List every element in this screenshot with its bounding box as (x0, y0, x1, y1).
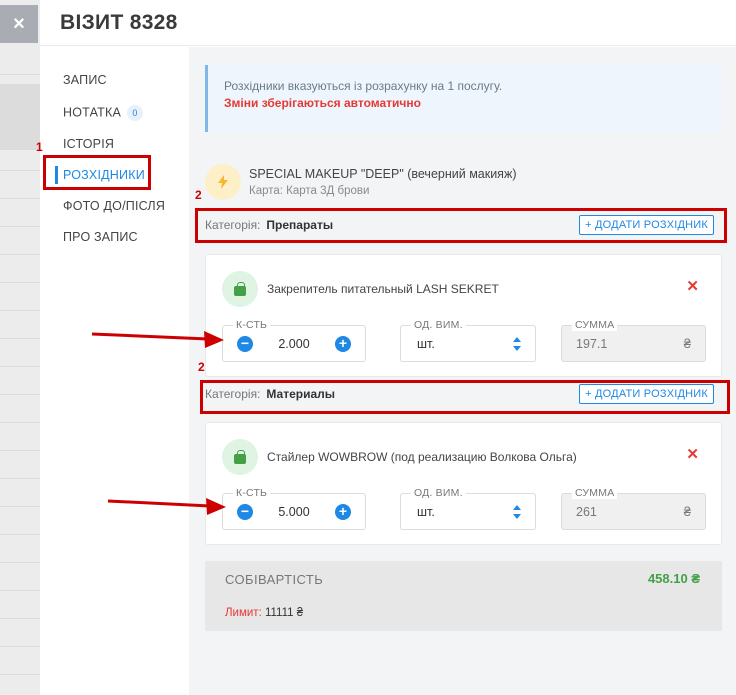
annotation-box-category (200, 380, 730, 414)
unit-value: шт. (417, 505, 435, 519)
annotation-box-category (195, 208, 727, 243)
sum-value: 261 (576, 505, 597, 519)
annotation-arrow (91, 331, 224, 348)
backdrop-divider (0, 534, 40, 535)
sum-label: СУММА (572, 319, 618, 331)
nav-item-foto[interactable]: ФОТО ДО/ПІСЛЯ (63, 199, 165, 213)
sum-value: 197.1 (576, 337, 608, 351)
close-modal-button[interactable]: × (0, 5, 38, 43)
unit-label: ОД. ВИМ. (411, 319, 466, 331)
consumables-panel: Розхідники вказуються із розрахунку на 1… (189, 47, 736, 695)
consumable-item: Стайлер WOWBROW (под реализацию Волкова … (205, 422, 722, 545)
item-name: Закрепитель питательный LASH SEKRET (267, 282, 499, 296)
backdrop-divider (0, 226, 40, 227)
quantity-stepper: К-СТЬ − 2.000 + (222, 319, 366, 362)
close-icon: × (13, 12, 25, 35)
shopping-bag-icon (222, 439, 258, 475)
autosave-warning: Зміни зберігаються автоматично (224, 96, 421, 110)
remove-item-icon[interactable]: ✕ (686, 277, 699, 295)
currency-symbol: ₴ (683, 504, 691, 519)
nav-item-zapys[interactable]: ЗАПИС (63, 73, 107, 87)
backdrop-divider (0, 338, 40, 339)
qty-label: К-СТЬ (233, 319, 271, 331)
backdrop-divider (0, 646, 40, 647)
info-text: Розхідники вказуються із розрахунку на 1… (224, 79, 503, 93)
unit-select[interactable]: ОД. ВИМ. шт. (400, 487, 536, 530)
quantity-stepper: К-СТЬ − 5.000 + (222, 487, 366, 530)
service-card: Карта: Карта 3Д брови (249, 185, 370, 197)
backdrop-band (0, 84, 40, 150)
unit-select[interactable]: ОД. ВИМ. шт. (400, 319, 536, 362)
sum-field: СУММА 197.1 ₴ (561, 319, 706, 362)
cost-title: СОБІВАРТІСТЬ (225, 572, 324, 587)
consumable-item: Закрепитель питательный LASH SEKRET ✕ К-… (205, 254, 722, 377)
limit-value: 11111 ₴ (264, 607, 304, 619)
annotation-arrow (107, 498, 226, 515)
sum-label: СУММА (572, 487, 618, 499)
nav-item-istoriia[interactable]: ІСТОРІЯ (63, 137, 114, 151)
backdrop-divider (0, 74, 40, 75)
remove-item-icon[interactable]: ✕ (686, 445, 699, 463)
nav-item-pro-zapys[interactable]: ПРО ЗАПИС (63, 230, 138, 244)
modal-header: ВІЗИТ 8328 (40, 0, 736, 46)
backdrop-divider (0, 590, 40, 591)
backdrop-divider (0, 366, 40, 367)
backdrop-divider (0, 450, 40, 451)
modal-title: ВІЗИТ 8328 (60, 10, 178, 34)
unit-label: ОД. ВИМ. (411, 487, 466, 499)
backdrop-divider (0, 618, 40, 619)
nav-item-notatka[interactable]: НОТАТКА 0 (63, 105, 143, 121)
backdrop-divider (0, 478, 40, 479)
backdrop-divider (0, 282, 40, 283)
shopping-bag-icon (222, 271, 258, 307)
backdrop-divider (0, 394, 40, 395)
select-arrows-icon (513, 336, 521, 352)
unit-value: шт. (417, 337, 435, 351)
nav-item-label: НОТАТКА (63, 105, 121, 120)
annotation-number-2: 2 (198, 360, 205, 374)
annotation-number-1: 1 (36, 140, 43, 154)
cost-summary: СОБІВАРТІСТЬ 458.10 ₴ Лимит: 11111 ₴ (205, 561, 722, 631)
backdrop-divider (0, 422, 40, 423)
limit-label: Лимит: (225, 607, 262, 619)
qty-label: К-СТЬ (233, 487, 271, 499)
backdrop-divider (0, 198, 40, 199)
currency-symbol: ₴ (683, 336, 691, 351)
lightning-icon (205, 164, 241, 200)
backdrop-divider (0, 310, 40, 311)
visit-sidenav: ЗАПИС НОТАТКА 0 ІСТОРІЯ РОЗХІДНИКИ ФОТО Д… (40, 47, 189, 695)
increment-button[interactable]: + (335, 504, 351, 520)
service-name: SPECIAL MAKEUP "DEEP" (вечерний макияж) (249, 167, 517, 181)
page-backdrop: × (0, 0, 40, 695)
backdrop-divider (0, 562, 40, 563)
backdrop-divider (0, 254, 40, 255)
increment-button[interactable]: + (335, 336, 351, 352)
annotation-box-nav (43, 155, 151, 190)
cost-value: 458.10 ₴ (647, 571, 700, 586)
backdrop-divider (0, 170, 40, 171)
annotation-number-2: 2 (195, 188, 202, 202)
limit-row: Лимит: 11111 ₴ (225, 607, 303, 619)
sum-field: СУММА 261 ₴ (561, 487, 706, 530)
item-name: Стайлер WOWBROW (под реализацию Волкова … (267, 450, 577, 464)
select-arrows-icon (513, 504, 521, 520)
info-notice: Розхідники вказуються із розрахунку на 1… (205, 65, 722, 132)
notes-count-badge: 0 (127, 105, 143, 121)
backdrop-divider (0, 506, 40, 507)
backdrop-divider (0, 674, 40, 675)
